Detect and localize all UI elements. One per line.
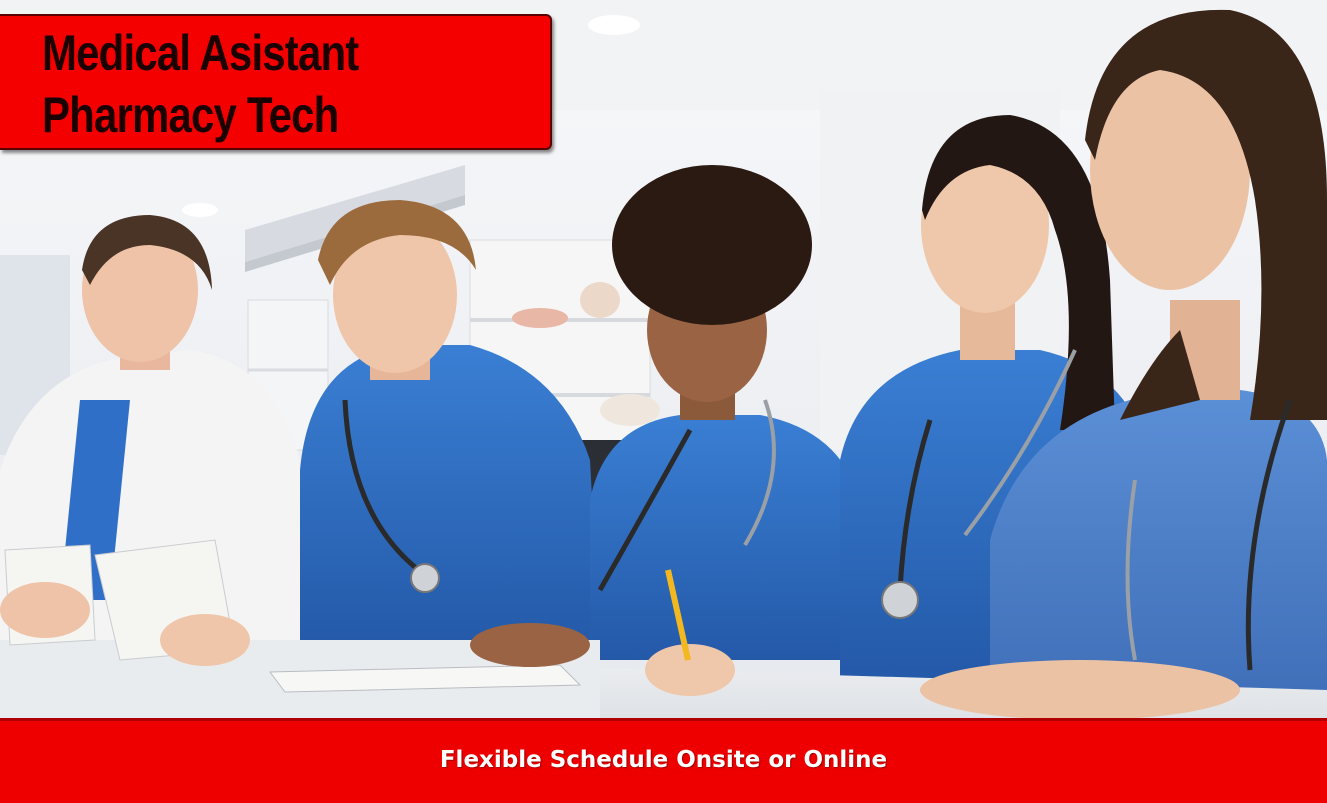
promo-banner: Medical Asistant Pharmacy Tech Flexible … [0,0,1327,803]
footer-bar: Flexible Schedule Onsite or Online [0,718,1327,803]
title-line-pharmacy-tech: Pharmacy Tech [42,87,339,143]
course-title-box: Medical Asistant Pharmacy Tech [0,14,552,150]
schedule-tagline: Flexible Schedule Onsite or Online [439,746,888,773]
title-line-medical-assistant: Medical Asistant [42,25,359,81]
